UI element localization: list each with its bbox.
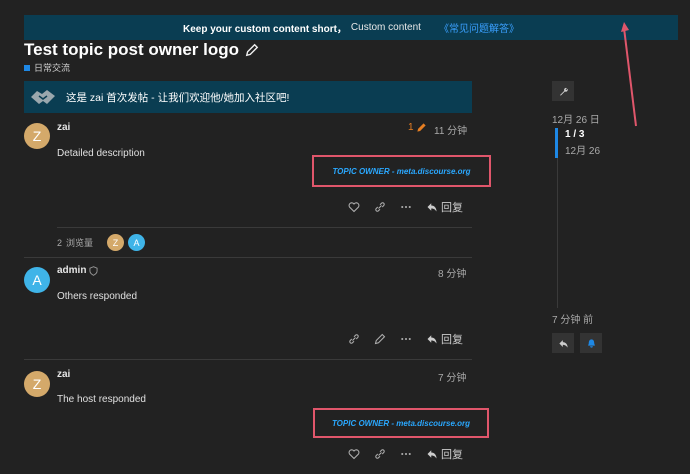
post-actions: 回复 — [348, 199, 463, 215]
edit-count: 1 — [408, 122, 414, 133]
reply-button[interactable]: 回复 — [426, 446, 463, 462]
owner-label-text: TOPIC OWNER - meta.discourse.org — [331, 418, 471, 428]
topic-owner-label: TOPIC OWNER - meta.discourse.org — [312, 155, 491, 187]
divider — [24, 257, 472, 258]
reply-button[interactable]: 回复 — [426, 199, 463, 215]
category-badge[interactable]: 日常交流 — [24, 61, 70, 74]
reply-arrow-icon — [427, 335, 437, 344]
avatar[interactable]: Z — [24, 123, 50, 149]
timeline-end[interactable]: 7 分钟 前 — [552, 311, 593, 326]
category-name: 日常交流 — [34, 63, 71, 73]
post-username[interactable]: zai — [57, 122, 70, 133]
post-body: The host responded — [57, 394, 146, 405]
topic-owner-label: TOPIC OWNER - meta.discourse.org — [313, 408, 489, 438]
participant-avatar[interactable]: Z — [107, 234, 125, 251]
avatar[interactable]: Z — [24, 371, 50, 397]
divider — [57, 227, 472, 228]
admin-wrench-button[interactable] — [552, 81, 574, 101]
reply-label: 回复 — [441, 449, 463, 461]
welcome-text: 这是 zai 首次发帖 - 让我们欢迎他/她加入社区吧! — [66, 91, 290, 104]
notification-button[interactable] — [580, 333, 602, 353]
first-post-notice: 这是 zai 首次发帖 - 让我们欢迎他/她加入社区吧! — [24, 81, 472, 113]
owner-label-text: TOPIC OWNER - meta.discourse.org — [332, 166, 471, 176]
edit-pencil-icon[interactable] — [374, 333, 386, 345]
post-time[interactable]: 11 分钟 — [434, 122, 467, 137]
timeline-position-date: 12月 26 — [565, 146, 601, 157]
post-body: Detailed description — [57, 148, 145, 159]
category-color-square — [24, 64, 30, 71]
shield-icon — [89, 265, 98, 276]
more-ellipsis-icon[interactable] — [400, 448, 412, 460]
views-count: 2 — [57, 237, 63, 248]
wrench-icon — [559, 87, 568, 96]
banner-text: Custom content — [350, 22, 421, 33]
reply-button[interactable]: 回复 — [426, 331, 463, 347]
edit-pencil-icon[interactable] — [245, 43, 259, 57]
timeline-handle[interactable] — [555, 128, 558, 158]
timeline-track[interactable] — [557, 158, 558, 308]
timeline-reply-button[interactable] — [552, 333, 574, 353]
like-heart-icon[interactable] — [348, 448, 360, 460]
annotation-arrow — [621, 22, 637, 127]
topic-views: 2 浏览量 Z A — [57, 234, 146, 251]
share-link-icon[interactable] — [374, 201, 386, 213]
views-label: 浏览量 — [66, 238, 94, 248]
handshake-icon — [31, 90, 55, 104]
timeline-start-date[interactable]: 12月 26 日 — [552, 111, 600, 126]
post-username[interactable]: admin — [57, 265, 86, 276]
post-actions: 回复 — [348, 446, 463, 462]
post-body: Others responded — [57, 291, 138, 302]
post-time[interactable]: 7 分钟 — [438, 369, 466, 384]
edit-history[interactable]: 1 — [408, 122, 427, 133]
reply-label: 回复 — [441, 202, 463, 214]
share-link-icon[interactable] — [348, 333, 360, 345]
more-ellipsis-icon[interactable] — [400, 201, 412, 213]
post-username[interactable]: zai — [57, 369, 70, 380]
post-author: admin — [57, 265, 98, 276]
participant-avatar[interactable]: A — [128, 234, 146, 251]
announcement-banner: Keep your custom content short， Custom c… — [24, 15, 678, 40]
faq-link[interactable]: 《常见问题解答》 — [439, 20, 519, 35]
share-link-icon[interactable] — [374, 448, 386, 460]
pencil-icon — [416, 123, 426, 132]
reply-arrow-icon — [427, 450, 437, 459]
banner-strong-text: Keep your custom content short， — [183, 24, 347, 35]
more-ellipsis-icon[interactable] — [400, 333, 412, 345]
reply-arrow-icon — [558, 339, 568, 348]
reply-label: 回复 — [441, 334, 463, 346]
reply-arrow-icon — [427, 203, 437, 212]
topic-title-text: Test topic post owner logo — [24, 40, 240, 59]
like-heart-icon[interactable] — [348, 201, 360, 213]
post-time[interactable]: 8 分钟 — [438, 265, 466, 280]
timeline-position: 1 / 3 — [565, 129, 585, 140]
divider — [24, 359, 472, 360]
post-actions: 回复 — [348, 331, 463, 347]
avatar[interactable]: A — [24, 267, 50, 293]
topic-title[interactable]: Test topic post owner logo — [24, 40, 259, 60]
bell-icon — [587, 338, 595, 348]
